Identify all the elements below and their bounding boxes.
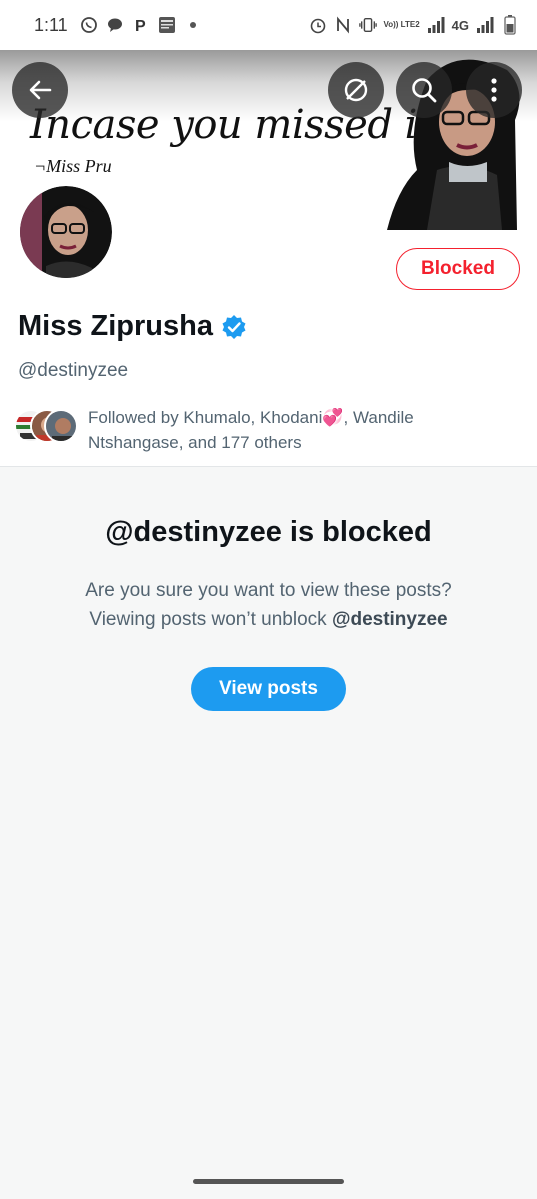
home-indicator[interactable] <box>193 1179 344 1184</box>
search-icon <box>412 78 437 103</box>
status-bar: 1:11 P Vo)) LTE2 4G <box>0 0 537 50</box>
banner-signature: ¬Miss Pru <box>34 156 112 176</box>
signal-icon <box>427 16 445 34</box>
display-name-row: Miss Ziprusha <box>18 310 247 343</box>
blocked-button[interactable]: Blocked <box>396 248 520 290</box>
vibrate-icon <box>358 16 377 34</box>
status-time: 1:11 <box>34 14 68 35</box>
back-button[interactable] <box>12 62 68 118</box>
blocked-notice-line2-text: Viewing posts won’t unblock <box>89 609 332 630</box>
profile-handle: @destinyzee <box>18 360 129 381</box>
section-divider <box>0 466 537 467</box>
verified-badge-icon[interactable] <box>221 314 247 340</box>
alarm-icon <box>309 16 327 34</box>
blocked-notice-line1: Are you sure you want to view these post… <box>85 580 452 601</box>
nfc-icon <box>334 16 352 34</box>
news-icon <box>158 16 176 34</box>
svg-text:P: P <box>135 18 146 34</box>
search-button[interactable] <box>396 62 452 118</box>
avatar-photo <box>20 186 112 278</box>
eye-slash-icon <box>344 78 368 102</box>
view-posts-button[interactable]: View posts <box>191 667 346 711</box>
blocked-notice-line2: Viewing posts won’t unblock @destinyzee <box>30 605 507 634</box>
follower-avatar <box>44 409 78 443</box>
signal-icon <box>476 16 494 34</box>
arrow-left-icon <box>29 80 52 100</box>
pinterest-icon: P <box>132 16 150 34</box>
more-button[interactable] <box>466 62 522 118</box>
avatar[interactable] <box>16 182 116 282</box>
battery-icon <box>501 15 519 35</box>
follower-avatars <box>14 405 80 445</box>
blocked-notice-handle: @destinyzee <box>331 609 448 630</box>
dot-icon <box>184 16 202 34</box>
lte-label: Vo)) LTE2 <box>383 20 420 29</box>
whatsapp-icon <box>80 16 98 34</box>
followers-you-know[interactable]: Followed by Khumalo, Khodani💞, Wandile N… <box>14 405 448 455</box>
hide-button[interactable] <box>328 62 384 118</box>
display-name: Miss Ziprusha <box>18 310 213 342</box>
network-type: 4G <box>451 17 469 33</box>
blocked-notice-body: Are you sure you want to view these post… <box>30 576 507 634</box>
followed-by-text: Followed by Khumalo, Khodani💞, Wandile N… <box>88 408 414 452</box>
chat-icon <box>106 16 124 34</box>
more-vertical-icon <box>491 78 497 102</box>
blocked-notice-title: @destinyzee is blocked <box>105 516 432 548</box>
